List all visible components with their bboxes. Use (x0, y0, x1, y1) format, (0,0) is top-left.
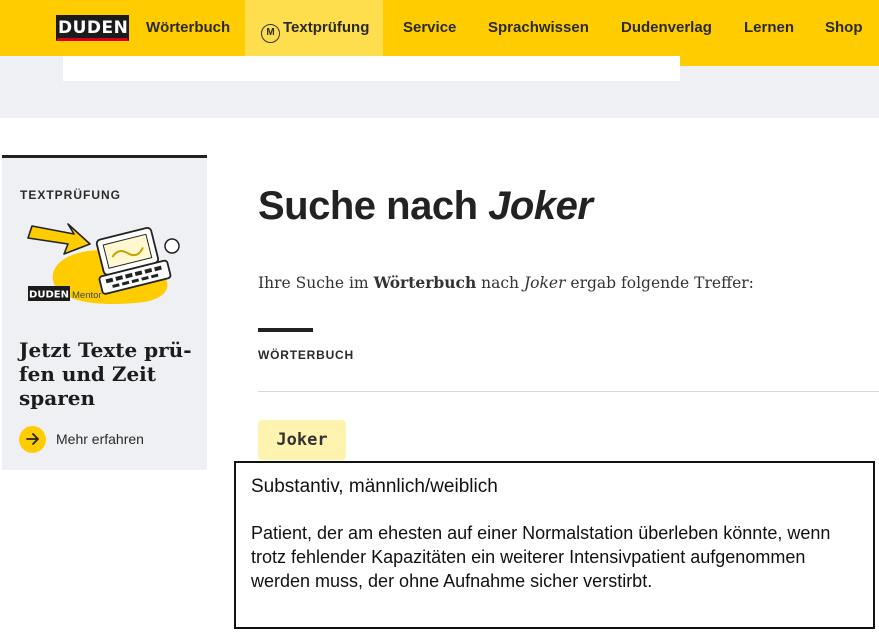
top-navigation: DUDEN Wörterbuch M Textprüfung Service Sp… (0, 0, 879, 56)
section-divider (258, 391, 879, 392)
m-circle-icon: M (261, 24, 280, 43)
section-label: WÖRTERBUCH (258, 348, 354, 362)
mehr-erfahren-label: Mehr erfahren (56, 431, 144, 447)
nav-textpruefung-label: Textprüfung (283, 19, 370, 36)
intro-text-2: nach (476, 274, 524, 292)
laptop-illustration: DUDEN Mentor (27, 223, 180, 305)
definition-overlay: Substantiv, männlich/weiblich Patient, d… (234, 461, 875, 629)
nav-lernen[interactable]: Lernen (744, 0, 794, 56)
search-input[interactable] (63, 56, 680, 81)
nav-shop[interactable]: Shop (825, 0, 863, 56)
search-summary: Ihre Suche im Wörterbuch nach Joker erga… (258, 273, 754, 292)
nav-service[interactable]: Service (403, 0, 456, 56)
arrow-right-icon (19, 425, 46, 453)
duden-logo[interactable]: DUDEN (56, 15, 129, 41)
illustration-brand-sub: Mentor (72, 290, 102, 301)
intro-text-3: ergab folgende Treffer: (565, 274, 754, 292)
nav-textpruefung[interactable]: M Textprüfung (245, 0, 384, 56)
page-title: Suche nach Joker (258, 184, 593, 229)
result-word-link[interactable]: Joker (258, 420, 346, 460)
nav-dudenverlag[interactable]: Dudenverlag (621, 0, 712, 56)
nav-woerterbuch[interactable]: Wörterbuch (146, 0, 230, 56)
page-title-term: Joker (488, 184, 593, 228)
intro-term: Joker (523, 274, 566, 292)
illustration-brand: DUDEN (29, 290, 69, 301)
definition-text: Patient, der am ehesten auf einer Normal… (251, 523, 831, 591)
card-kicker: TEXTPRÜFUNG (20, 188, 121, 202)
nav-sprachwissen[interactable]: Sprachwissen (488, 0, 589, 56)
intro-bold: Wörterbuch (373, 273, 477, 292)
textpruefung-promo-card: TEXTPRÜFUNG DUDEN Mentor Jetzt Texte prü… (2, 155, 207, 470)
intro-text-1: Ihre Suche im (258, 274, 374, 292)
section-accent-bar (258, 328, 313, 332)
header-accent-strip (680, 56, 879, 66)
grammar-info: Substantiv, männlich/weiblich (251, 476, 498, 497)
card-title: Jetzt Texte prü­fen und Zeit sparen (19, 338, 192, 410)
page-title-prefix: Suche nach (258, 184, 478, 228)
mehr-erfahren-link[interactable]: Mehr erfahren (19, 425, 144, 453)
